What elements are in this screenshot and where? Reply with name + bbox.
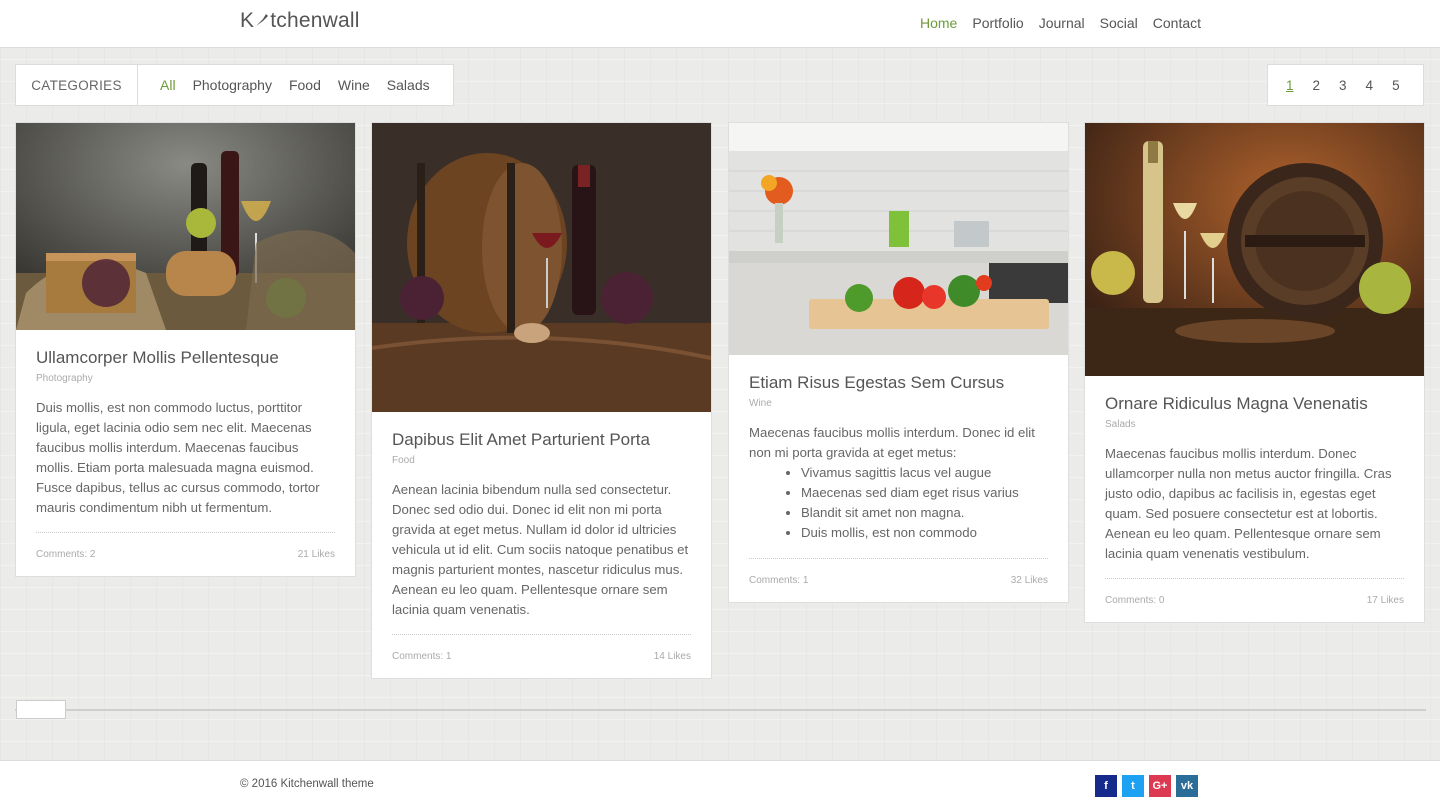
page-link-4[interactable]: 4 (1366, 78, 1374, 93)
likes-count[interactable]: 32 Likes (1011, 575, 1048, 586)
comments-link[interactable]: Comments: 2 (36, 549, 95, 560)
logo-suffix: tchenwall (270, 9, 360, 32)
page-link-1[interactable]: 1 (1286, 78, 1294, 93)
likes-count[interactable]: 17 Likes (1367, 595, 1404, 606)
post-image[interactable] (16, 123, 355, 330)
post-excerpt: Duis mollis, est non commodo luctus, por… (36, 400, 320, 515)
post-meta: Comments: 2 21 Likes (36, 532, 335, 576)
post-excerpt: Aenean lacinia bibendum nulla sed consec… (392, 482, 689, 617)
page-link-5[interactable]: 5 (1392, 78, 1400, 93)
nav-contact[interactable]: Contact (1153, 15, 1201, 31)
scrollbar-thumb[interactable] (16, 700, 66, 719)
post-title[interactable]: Dapibus Elit Amet Parturient Porta (392, 430, 691, 450)
post-title[interactable]: Etiam Risus Egestas Sem Cursus (749, 373, 1048, 393)
google-plus-icon[interactable]: G+ (1149, 775, 1171, 797)
facebook-icon[interactable]: f (1095, 775, 1117, 797)
post-title[interactable]: Ullamcorper Mollis Pellentesque (36, 348, 335, 368)
post-list: Vivamus sagittis lacus vel augue Maecena… (801, 463, 1048, 543)
post-image[interactable] (372, 123, 711, 412)
nav-journal[interactable]: Journal (1039, 15, 1085, 31)
nav-home[interactable]: Home (920, 15, 957, 31)
post-card: Etiam Risus Egestas Sem Cursus Wine Maec… (728, 122, 1069, 603)
post-meta: Comments: 0 17 Likes (1105, 578, 1404, 622)
knife-icon (256, 14, 269, 26)
nav-social[interactable]: Social (1100, 15, 1138, 31)
post-category[interactable]: Photography (36, 373, 335, 384)
category-title: CATEGORIES (16, 65, 138, 105)
post-meta: Comments: 1 14 Likes (392, 634, 691, 678)
post-category[interactable]: Food (392, 455, 691, 466)
list-item: Blandit sit amet non magna. (801, 503, 1048, 523)
comments-link[interactable]: Comments: 1 (749, 575, 808, 586)
list-item: Maecenas sed diam eget risus varius (801, 483, 1048, 503)
comments-link[interactable]: Comments: 0 (1105, 595, 1164, 606)
pagination: 1 2 3 4 5 (1267, 64, 1424, 106)
likes-count[interactable]: 21 Likes (298, 549, 335, 560)
comments-link[interactable]: Comments: 1 (392, 651, 451, 662)
logo-prefix: K (240, 9, 255, 32)
category-list: All Photography Food Wine Salads (138, 77, 447, 93)
page-link-2[interactable]: 2 (1313, 78, 1321, 93)
post-image[interactable] (1085, 123, 1424, 376)
copyright-text: © 2016 Kitchenwall theme (240, 778, 374, 790)
site-logo[interactable]: Ktchenwall (240, 9, 360, 33)
post-image[interactable] (729, 123, 1068, 355)
horizontal-scrollbar[interactable] (15, 709, 1426, 711)
category-salads[interactable]: Salads (387, 77, 430, 93)
post-excerpt: Maecenas faucibus mollis interdum. Donec… (749, 425, 1035, 460)
category-filter: CATEGORIES All Photography Food Wine Sal… (15, 64, 454, 106)
site-footer: © 2016 Kitchenwall theme f t G+ vk (0, 760, 1440, 808)
likes-count[interactable]: 14 Likes (654, 651, 691, 662)
main-nav: Home Portfolio Journal Social Contact (920, 15, 1216, 31)
social-links: f t G+ vk (1095, 775, 1198, 797)
list-item: Duis mollis, est non commodo (801, 523, 1048, 543)
nav-portfolio[interactable]: Portfolio (972, 15, 1023, 31)
category-wine[interactable]: Wine (338, 77, 370, 93)
post-category[interactable]: Salads (1105, 419, 1404, 430)
twitter-icon[interactable]: t (1122, 775, 1144, 797)
category-photography[interactable]: Photography (193, 77, 272, 93)
vk-icon[interactable]: vk (1176, 775, 1198, 797)
post-meta: Comments: 1 32 Likes (749, 558, 1048, 602)
post-category[interactable]: Wine (749, 398, 1048, 409)
post-title[interactable]: Ornare Ridiculus Magna Venenatis (1105, 394, 1404, 414)
post-card: Dapibus Elit Amet Parturient Porta Food … (371, 122, 712, 679)
list-item: Vivamus sagittis lacus vel augue (801, 463, 1048, 483)
site-header: Ktchenwall Home Portfolio Journal Social… (0, 0, 1440, 48)
category-food[interactable]: Food (289, 77, 321, 93)
post-card: Ullamcorper Mollis Pellentesque Photogra… (15, 122, 356, 577)
post-card: Ornare Ridiculus Magna Venenatis Salads … (1084, 122, 1425, 623)
category-all[interactable]: All (160, 77, 176, 93)
page-link-3[interactable]: 3 (1339, 78, 1347, 93)
post-excerpt: Maecenas faucibus mollis interdum. Donec… (1105, 446, 1392, 561)
